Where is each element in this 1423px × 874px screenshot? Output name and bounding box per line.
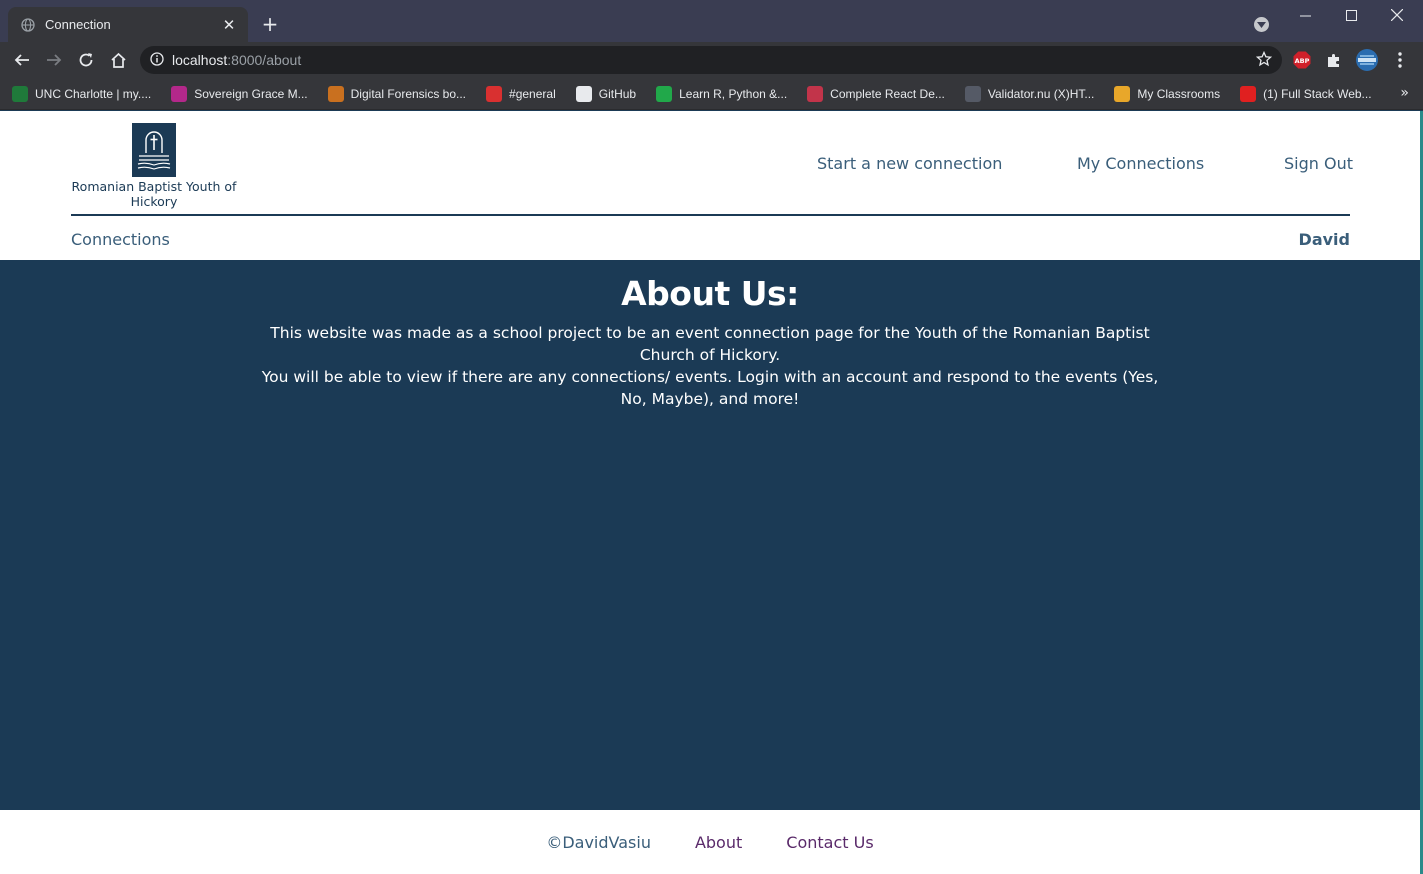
bookmark-label: (1) Full Stack Web... (1263, 86, 1372, 101)
bookmark-favicon-icon (575, 85, 592, 102)
bookmark-favicon-icon (964, 85, 981, 102)
site-logo[interactable]: Romanian Baptist Youth of Hickory (71, 123, 237, 209)
bookmark-label: #general (509, 86, 556, 101)
user-name: David (1298, 230, 1350, 249)
about-line-1: This website was made as a school projec… (270, 324, 1150, 364)
site-name: Romanian Baptist Youth of Hickory (71, 179, 237, 209)
forward-icon[interactable] (44, 50, 64, 70)
bookmark-favicon-icon (171, 85, 188, 102)
bookmark-item[interactable]: Digital Forensics bo... (327, 85, 467, 102)
bookmarks-bar: UNC Charlotte | my.... Sovereign Grace M.… (0, 78, 1423, 110)
tab-close-icon[interactable]: ✕ (220, 16, 238, 34)
bookmark-item[interactable]: GitHub (575, 85, 637, 102)
minimize-icon[interactable] (1282, 0, 1328, 30)
reload-icon[interactable] (76, 50, 96, 70)
main-content: About Us: This website was made as a sch… (0, 260, 1420, 810)
bookmark-label: Digital Forensics bo... (350, 86, 467, 101)
svg-text:ABP: ABP (1295, 57, 1310, 65)
page-title: About Us: (621, 274, 799, 313)
bookmark-item[interactable]: Complete React De... (807, 85, 945, 102)
url-host: localhost (172, 52, 228, 68)
extensions-puzzle-icon[interactable] (1324, 50, 1344, 70)
nav-my-connections[interactable]: My Connections (1077, 154, 1204, 173)
site-footer: ©DavidVasiu About Contact Us (0, 810, 1420, 874)
maximize-icon[interactable] (1328, 0, 1374, 30)
footer-about-link[interactable]: About (695, 833, 742, 852)
bookmark-label: My Classrooms (1137, 86, 1221, 101)
bookmark-label: Complete React De... (830, 86, 945, 101)
bookmark-favicon-icon (1114, 85, 1131, 102)
tab-search-icon[interactable] (1254, 17, 1269, 32)
globe-icon (20, 17, 36, 33)
close-window-icon[interactable] (1374, 0, 1420, 30)
bookmark-favicon-icon (327, 85, 344, 102)
browser-toolbar: localhost:8000/about ABP (0, 42, 1423, 78)
church-logo-icon (132, 123, 176, 177)
info-icon[interactable] (150, 51, 164, 70)
bookmark-item[interactable]: Validator.nu (X)HT... (964, 85, 1095, 102)
nav-sign-out[interactable]: Sign Out (1284, 154, 1353, 173)
bookmark-favicon-icon (656, 85, 673, 102)
adblock-icon[interactable]: ABP (1292, 50, 1312, 70)
profile-avatar[interactable] (1356, 49, 1378, 71)
bookmark-label: Validator.nu (X)HT... (987, 86, 1095, 101)
url-text: localhost:8000/about (172, 52, 301, 68)
copyright-text: ©DavidVasiu (546, 832, 651, 852)
site-header: Romanian Baptist Youth of Hickory Start … (0, 111, 1420, 260)
address-bar[interactable]: localhost:8000/about (140, 46, 1282, 74)
bookmark-label: Sovereign Grace M... (194, 86, 308, 101)
new-tab-button[interactable]: + (258, 13, 282, 35)
bookmark-item[interactable]: Learn R, Python &... (656, 85, 788, 102)
about-text: This website was made as a school projec… (255, 322, 1165, 410)
bookmarks-overflow-icon[interactable]: » (1400, 85, 1409, 101)
tab-title: Connection (45, 17, 111, 32)
bookmark-favicon-icon (807, 85, 824, 102)
tab-strip: Connection ✕ + (0, 0, 1423, 42)
browser-menu-icon[interactable] (1390, 50, 1410, 70)
bookmark-label: GitHub (598, 86, 637, 101)
bookmark-item[interactable]: Sovereign Grace M... (171, 85, 308, 102)
bookmark-item[interactable]: #general (486, 85, 556, 102)
bookmark-favicon-icon (486, 85, 503, 102)
bookmark-label: Learn R, Python &... (679, 86, 788, 101)
footer-contact-link[interactable]: Contact Us (786, 833, 873, 852)
home-icon[interactable] (108, 50, 128, 70)
bookmark-item[interactable]: My Classrooms (1114, 85, 1221, 102)
bookmark-item[interactable]: UNC Charlotte | my.... (12, 85, 152, 102)
bookmark-favicon-icon (12, 85, 28, 102)
browser-tab[interactable]: Connection ✕ (8, 7, 248, 42)
header-divider (71, 214, 1350, 216)
bookmark-star-icon[interactable] (1255, 50, 1273, 71)
back-icon[interactable] (12, 50, 32, 70)
bookmark-item[interactable]: (1) Full Stack Web... (1240, 85, 1372, 102)
bookmark-label: UNC Charlotte | my.... (35, 86, 152, 101)
about-line-2: You will be able to view if there are an… (261, 368, 1159, 408)
nav-connections[interactable]: Connections (71, 230, 170, 249)
url-path: :8000/about (227, 52, 302, 68)
nav-start-connection[interactable]: Start a new connection (817, 154, 1002, 173)
bookmark-favicon-icon (1240, 85, 1257, 102)
